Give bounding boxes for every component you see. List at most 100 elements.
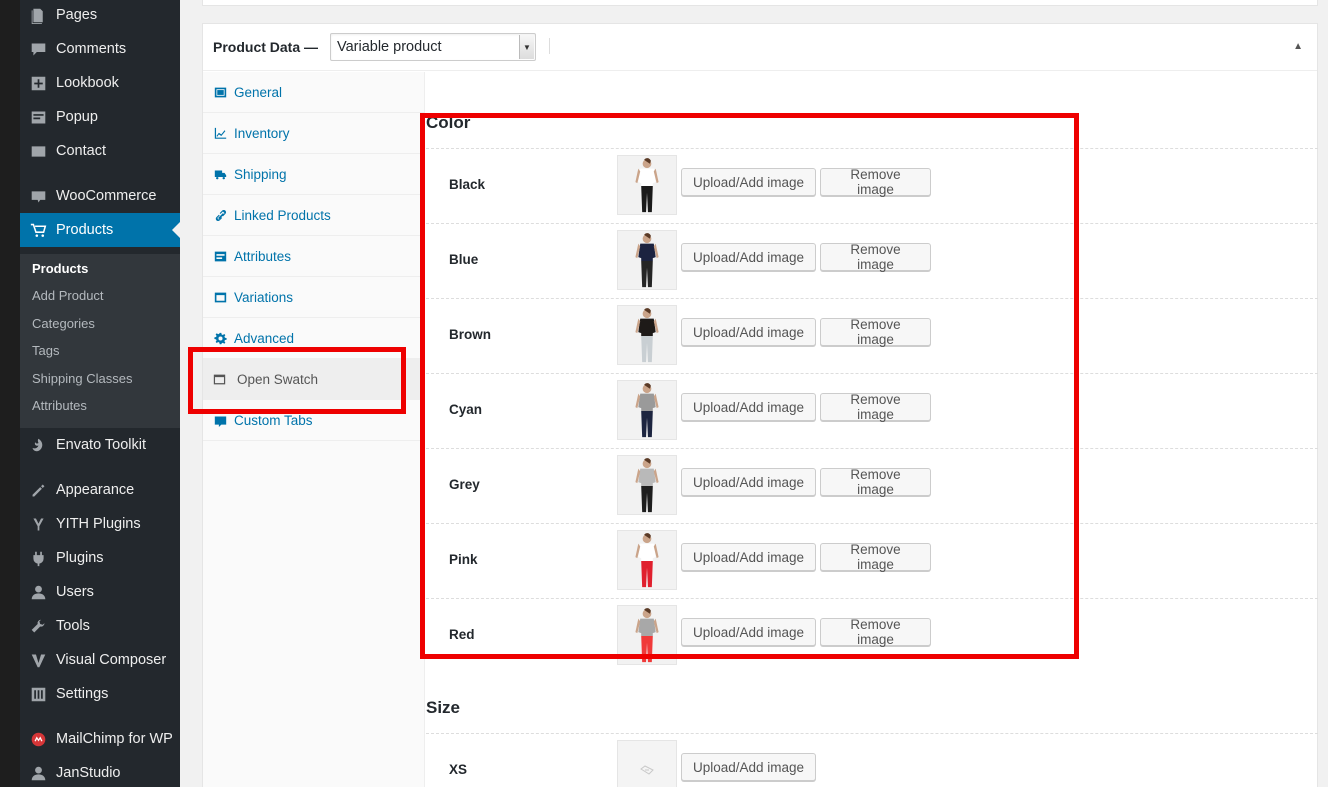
product-data-tabs: General Inventory Shipping Linked Products A…: [203, 72, 425, 787]
gear-icon: [214, 332, 234, 345]
product-data-panel: Product Data — Variable product ▼ ▲ Gene…: [202, 23, 1318, 787]
sidebar-item-products[interactable]: Products: [20, 213, 180, 247]
remove-image-button[interactable]: Remove image: [820, 242, 931, 272]
submenu-item-categories[interactable]: Categories: [32, 316, 95, 331]
submenu-item-products[interactable]: Products: [32, 261, 88, 276]
open-swatch-content: Color Black Upload/Add image Remove image Bl…: [426, 72, 1318, 787]
tab-advanced[interactable]: Advanced: [203, 318, 424, 359]
tab-label: Shipping: [234, 166, 287, 182]
mailchimp-icon: [20, 731, 56, 748]
swatch-image: [617, 455, 677, 515]
sidebar-item-users[interactable]: Users: [20, 575, 180, 609]
upload-image-button[interactable]: Upload/Add image: [681, 618, 816, 646]
sidebar-item-envato-toolkit[interactable]: Envato Toolkit: [20, 428, 180, 462]
product-type-select[interactable]: Variable product ▼: [330, 33, 536, 61]
shipping-icon: [214, 168, 234, 181]
window-icon: [213, 373, 237, 386]
sidebar-item-visual-composer[interactable]: Visual Composer: [20, 643, 180, 677]
tab-shipping[interactable]: Shipping: [203, 154, 424, 195]
remove-image-button[interactable]: Remove image: [820, 617, 931, 647]
product-data-header: Product Data — Variable product ▼ ▲: [203, 24, 1317, 71]
submenu-item-tags[interactable]: Tags: [32, 343, 59, 358]
sidebar-item-pages[interactable]: Pages: [20, 0, 180, 32]
tab-label: Open Swatch: [237, 371, 319, 387]
sidebar-item-lookbook[interactable]: Lookbook: [20, 66, 180, 100]
remove-image-button[interactable]: Remove image: [820, 467, 931, 497]
remove-image-button[interactable]: Remove image: [820, 167, 931, 197]
tab-custom-tabs[interactable]: Custom Tabs: [203, 400, 424, 441]
general-icon: [214, 86, 234, 99]
sidebar-item-label: Comments: [56, 41, 127, 57]
sidebar-item-label: Products: [56, 222, 114, 238]
swatch-label: XS: [449, 762, 468, 777]
swatch-label: Blue: [449, 252, 479, 267]
submenu-item-add-product[interactable]: Add Product: [32, 288, 104, 303]
janstudio-icon: [20, 765, 56, 782]
upload-image-button[interactable]: Upload/Add image: [681, 468, 816, 496]
tab-label: Attributes: [234, 248, 292, 264]
sidebar-item-tools[interactable]: Tools: [20, 609, 180, 643]
remove-image-button[interactable]: Remove image: [820, 392, 931, 422]
section-title-size: Size: [426, 698, 461, 717]
swatch-image: [617, 605, 677, 665]
remove-image-button[interactable]: Remove image: [820, 542, 931, 572]
submenu-item-attributes[interactable]: Attributes: [32, 398, 87, 413]
tab-label: Custom Tabs: [234, 412, 313, 428]
sidebar-item-settings[interactable]: Settings: [20, 677, 180, 711]
custom-tabs-icon: [214, 414, 234, 427]
woocommerce-icon: [20, 188, 56, 205]
swatch-row-grey: Grey Upload/Add image Remove image: [426, 448, 1318, 523]
envato-icon: [20, 437, 56, 454]
submenu-item-shipping-classes[interactable]: Shipping Classes: [32, 371, 132, 386]
tab-inventory[interactable]: Inventory: [203, 113, 424, 154]
sidebar-item-popup[interactable]: Popup: [20, 100, 180, 134]
upload-image-button[interactable]: Upload/Add image: [681, 318, 816, 346]
swatch-row-pink: Pink Upload/Add image Remove image: [426, 523, 1318, 598]
sidebar-item-label: Tools: [56, 618, 90, 634]
sidebar-item-label: WooCommerce: [56, 188, 157, 204]
sidebar-item-janstudio[interactable]: JanStudio: [20, 756, 180, 787]
sidebar-edge: [0, 0, 20, 787]
tab-linked-products[interactable]: Linked Products: [203, 195, 424, 236]
triangle-up-icon[interactable]: ▲: [1293, 41, 1303, 52]
sidebar-item-plugins[interactable]: Plugins: [20, 541, 180, 575]
tab-general[interactable]: General: [203, 72, 424, 113]
upload-image-button[interactable]: Upload/Add image: [681, 753, 816, 781]
swatch-row-blue: Blue Upload/Add image Remove image: [426, 223, 1318, 298]
tab-label: Variations: [234, 289, 294, 305]
swatch-label: Grey: [449, 477, 480, 492]
sidebar-item-label: Lookbook: [56, 75, 119, 91]
swatch-image: [617, 530, 677, 590]
users-icon: [20, 584, 56, 601]
tools-icon: [20, 618, 56, 635]
tab-attributes[interactable]: Attributes: [203, 236, 424, 277]
sidebar-item-label: Visual Composer: [56, 652, 167, 668]
upload-image-button[interactable]: Upload/Add image: [681, 168, 816, 196]
sidebar-item-yith-plugins[interactable]: YITH Plugins: [20, 507, 180, 541]
swatch-row-red: Red Upload/Add image Remove image: [426, 598, 1318, 673]
swatch-image: [617, 155, 677, 215]
upload-image-button[interactable]: Upload/Add image: [681, 243, 816, 271]
sidebar-item-mailchimp-for-wp[interactable]: MailChimp for WP: [20, 722, 180, 756]
lookbook-icon: [20, 75, 56, 92]
swatch-image: [617, 380, 677, 440]
remove-image-button[interactable]: Remove image: [820, 317, 931, 347]
swatch-label: Pink: [449, 552, 478, 567]
sidebar-item-label: Popup: [56, 109, 98, 125]
yith-icon: [20, 516, 56, 533]
upload-image-button[interactable]: Upload/Add image: [681, 393, 816, 421]
sidebar-item-woocommerce[interactable]: WooCommerce: [20, 179, 180, 213]
upload-image-button[interactable]: Upload/Add image: [681, 543, 816, 571]
link-icon: [214, 209, 234, 222]
product-data-title: Product Data —: [213, 39, 319, 55]
comments-icon: [20, 41, 56, 58]
visual-composer-icon: [20, 652, 56, 669]
swatch-label: Red: [449, 627, 475, 642]
tab-open-swatch[interactable]: Open Swatch: [203, 359, 424, 400]
sidebar-item-appearance[interactable]: Appearance: [20, 473, 180, 507]
sidebar-item-contact[interactable]: Contact: [20, 134, 180, 168]
swatch-label: Black: [449, 177, 486, 192]
sidebar-item-comments[interactable]: Comments: [20, 32, 180, 66]
cart-icon: [20, 222, 56, 239]
tab-variations[interactable]: Variations: [203, 277, 424, 318]
